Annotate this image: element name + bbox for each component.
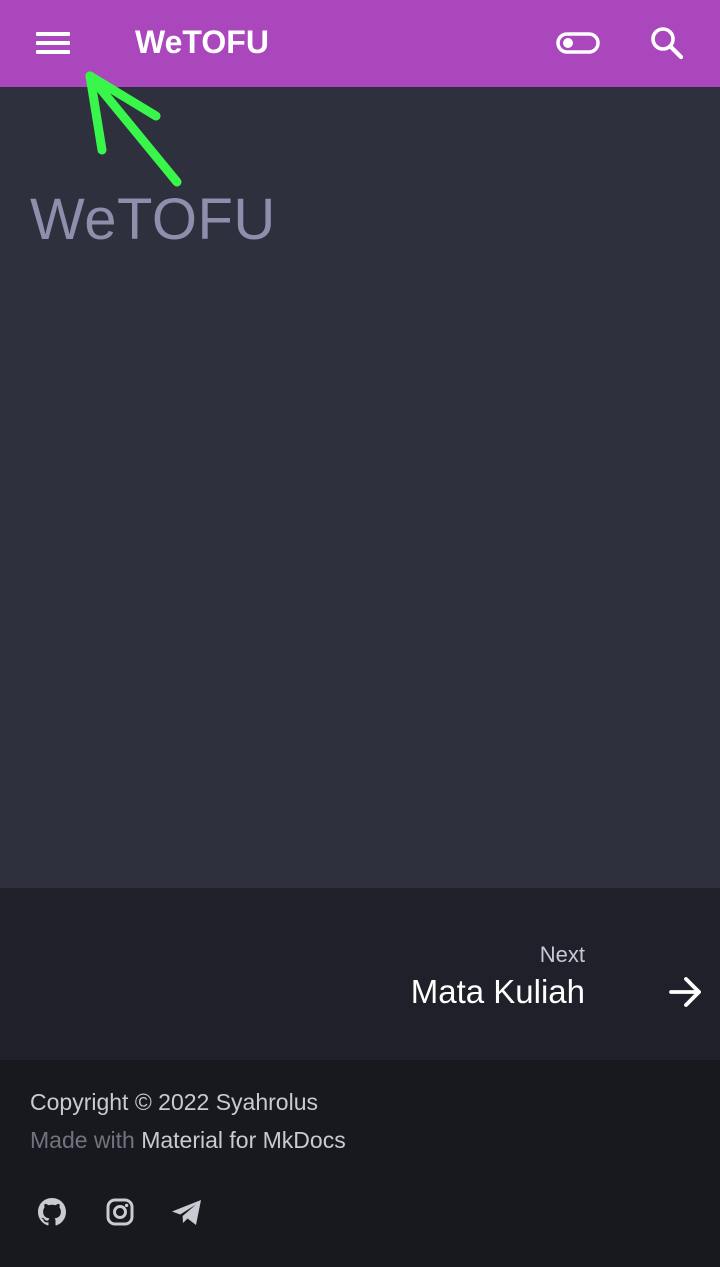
- copyright-text: Copyright © 2022 Syahrolus: [30, 1089, 318, 1115]
- instagram-icon: [106, 1198, 134, 1226]
- page-title: WeTOFU: [30, 187, 276, 252]
- next-page-link[interactable]: Next Mata Kuliah: [320, 888, 720, 1060]
- footer-navigation: Next Mata Kuliah: [0, 888, 720, 1060]
- material-mkdocs-link[interactable]: Material for MkDocs: [141, 1127, 345, 1153]
- search-icon: [651, 27, 684, 60]
- footer-meta: Copyright © 2022 Syahrolus Made with Mat…: [0, 1060, 720, 1267]
- arrow-right-icon: [669, 977, 701, 1007]
- color-palette-toggle[interactable]: [552, 24, 604, 62]
- telegram-link[interactable]: [167, 1192, 207, 1232]
- next-label: Next: [539, 942, 585, 967]
- github-icon: [38, 1198, 66, 1226]
- next-page-title: Mata Kuliah: [410, 973, 585, 1010]
- github-link[interactable]: [32, 1192, 72, 1232]
- telegram-icon: [172, 1200, 201, 1225]
- made-with-prefix: Made with: [30, 1127, 135, 1153]
- made-with-text: Made with Material for MkDocs: [30, 1125, 346, 1155]
- search-button[interactable]: [642, 18, 692, 68]
- site-title[interactable]: WeTOFU: [135, 22, 269, 62]
- app-header: WeTOFU: [0, 0, 720, 87]
- instagram-link[interactable]: [100, 1192, 140, 1232]
- menu-button[interactable]: [28, 22, 80, 64]
- toggle-switch-icon: [556, 32, 600, 54]
